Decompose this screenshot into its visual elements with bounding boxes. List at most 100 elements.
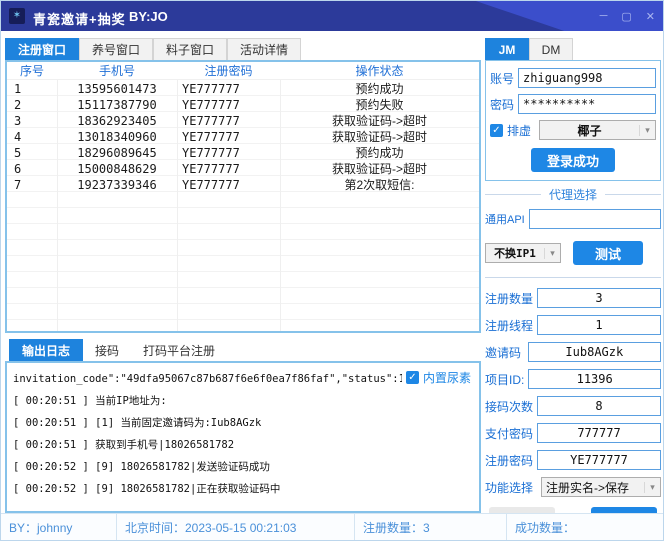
cell-phone: 19237339346 xyxy=(57,178,177,192)
tab-nurture-window[interactable]: 养号窗口 xyxy=(79,38,153,60)
tab-activity-detail[interactable]: 活动详情 xyxy=(227,38,301,60)
table-body: 1 13595601473 YE777777 预约成功 2 1511738779… xyxy=(7,80,479,331)
function-select-value: 注册实名->保存 xyxy=(542,479,644,496)
project-id-input[interactable] xyxy=(528,369,661,389)
settings-fields: 注册数量 注册线程 邀请码 项目ID: 接码次数 支付密码 xyxy=(485,288,661,497)
filter-virtual-checkbox[interactable]: ✓ xyxy=(490,124,503,137)
app-window: ✶ 青瓷邀请+抽奖 BY:JO ─ ▢ ✕ 注册窗口 养号窗口 料子窗口 活动详… xyxy=(0,0,664,541)
log-line: [ 00:20:51 ] 获取到手机号|18026581782 xyxy=(13,434,473,456)
chevron-down-icon: ▾ xyxy=(639,125,655,136)
maximize-button[interactable]: ▢ xyxy=(621,10,631,23)
right-panel: JM DM 账号 密码 ✓ 排虚 椰子 ▾ 登录成功 代理选 xyxy=(485,38,661,531)
cell-status: 预约失败 xyxy=(280,96,479,113)
cell-seq: 4 xyxy=(7,130,57,144)
cell-seq: 1 xyxy=(7,82,57,96)
cell-phone: 13595601473 xyxy=(57,82,177,96)
password-label: 密码 xyxy=(490,96,514,113)
tab-captcha-platform-register[interactable]: 打码平台注册 xyxy=(131,339,227,361)
table-row[interactable]: 6 15000848629 YE777777 获取验证码->超时 xyxy=(7,160,479,176)
col-header-seq: 序号 xyxy=(7,62,57,79)
project-id-label: 项目ID: xyxy=(485,371,524,388)
tab-material-window[interactable]: 料子窗口 xyxy=(153,38,227,60)
status-register-count: 注册数量：3 xyxy=(355,514,507,540)
minimize-button[interactable]: ─ xyxy=(600,10,608,22)
cell-phone: 18362923405 xyxy=(57,114,177,128)
code-times-input[interactable] xyxy=(537,396,661,416)
col-header-phone: 手机号 xyxy=(57,62,177,79)
table-row[interactable]: 4 13018340960 YE777777 获取验证码->超时 xyxy=(7,128,479,144)
test-button[interactable]: 测试 xyxy=(573,241,643,265)
builtin-checkbox-row[interactable]: ✓ 内置尿素 xyxy=(402,369,471,386)
cell-password: YE777777 xyxy=(177,162,280,176)
cell-seq: 3 xyxy=(7,114,57,128)
cell-status: 获取验证码->超时 xyxy=(280,128,479,145)
col-header-password: 注册密码 xyxy=(177,62,280,79)
register-thread-input[interactable] xyxy=(537,315,661,335)
register-password-label: 注册密码 xyxy=(485,452,533,469)
output-log[interactable]: ✓ 内置尿素 invitation_code":"49dfa95067c87b6… xyxy=(5,361,481,513)
cell-status: 第2次取短信: xyxy=(280,176,479,193)
cell-seq: 5 xyxy=(7,146,57,160)
tab-receive-code[interactable]: 接码 xyxy=(83,339,131,361)
checkbox-checked-icon[interactable]: ✓ xyxy=(406,371,419,384)
login-status-button[interactable]: 登录成功 xyxy=(531,148,615,172)
code-times-label: 接码次数 xyxy=(485,398,533,415)
cell-password: YE777777 xyxy=(177,146,280,160)
cell-password: YE777777 xyxy=(177,130,280,144)
ip-mode-select[interactable]: 不换IP1 ▾ xyxy=(485,243,561,263)
log-line: [ 00:20:51 ] 当前IP地址为: xyxy=(13,390,473,412)
password-input[interactable] xyxy=(518,94,656,114)
table-row[interactable]: 7 19237339346 YE777777 第2次取短信: xyxy=(7,176,479,192)
function-select-label: 功能选择 xyxy=(485,479,537,496)
cell-password: YE777777 xyxy=(177,114,280,128)
log-line: [ 00:20:52 ] [9] 18026581782|发送验证码成功 xyxy=(13,456,473,478)
pay-password-label: 支付密码 xyxy=(485,425,533,442)
cell-phone: 13018340960 xyxy=(57,130,177,144)
filter-virtual-label: 排虚 xyxy=(507,122,531,139)
log-tab-bar: 输出日志 接码 打码平台注册 xyxy=(9,339,227,361)
builtin-checkbox-label: 内置尿素 xyxy=(423,369,471,386)
platform-select[interactable]: 椰子 ▾ xyxy=(539,120,656,140)
proxy-group-title: 代理选择 xyxy=(541,186,605,203)
cell-password: YE777777 xyxy=(177,178,280,192)
statusbar: BY：johnny 北京时间：2023-05-15 00:21:03 注册数量：… xyxy=(1,513,663,540)
chevron-down-icon: ▾ xyxy=(544,248,560,259)
invite-code-input[interactable] xyxy=(528,342,661,362)
cell-status: 预约成功 xyxy=(280,144,479,161)
cell-status: 预约成功 xyxy=(280,80,479,97)
pay-password-input[interactable] xyxy=(537,423,661,443)
platform-select-value: 椰子 xyxy=(540,122,639,139)
cell-phone: 15117387790 xyxy=(57,98,177,112)
phone-table: 序号 手机号 注册密码 操作状态 1 13595601473 YE777777 … xyxy=(5,60,481,333)
register-count-input[interactable] xyxy=(537,288,661,308)
ip-mode-value: 不换IP1 xyxy=(486,245,544,261)
register-password-input[interactable] xyxy=(537,450,661,470)
cell-password: YE777777 xyxy=(177,82,280,96)
app-logo-icon: ✶ xyxy=(9,8,25,24)
window-title-byline: BY:JO xyxy=(129,9,168,24)
close-button[interactable]: ✕ xyxy=(646,10,655,23)
main-tab-bar: 注册窗口 养号窗口 料子窗口 活动详情 xyxy=(5,38,301,60)
table-row[interactable]: 1 13595601473 YE777777 预约成功 xyxy=(7,80,479,96)
account-tab-bar: JM DM xyxy=(485,38,661,60)
table-row[interactable]: 5 18296089645 YE777777 预约成功 xyxy=(7,144,479,160)
cell-status: 获取验证码->超时 xyxy=(280,160,479,177)
invite-code-label: 邀请码 xyxy=(485,344,524,361)
cell-seq: 2 xyxy=(7,98,57,112)
status-beijing-time: 北京时间：2023-05-15 00:21:03 xyxy=(117,514,355,540)
account-input[interactable] xyxy=(518,68,656,88)
titlebar: ✶ 青瓷邀请+抽奖 BY:JO ─ ▢ ✕ xyxy=(1,1,663,31)
log-line: [ 00:20:51 ] [1] 当前固定邀请码为:Iub8AGzk xyxy=(13,412,473,434)
status-author: BY：johnny xyxy=(1,514,117,540)
log-line: [ 00:20:52 ] [9] 18026581782|正在获取验证码中 xyxy=(13,478,473,500)
table-row[interactable]: 2 15117387790 YE777777 预约失败 xyxy=(7,96,479,112)
tab-register-window[interactable]: 注册窗口 xyxy=(5,38,79,60)
login-panel: 账号 密码 ✓ 排虚 椰子 ▾ 登录成功 xyxy=(485,60,661,181)
function-select[interactable]: 注册实名->保存 ▾ xyxy=(541,477,661,497)
tab-output-log[interactable]: 输出日志 xyxy=(9,339,83,361)
table-row[interactable]: 3 18362923405 YE777777 获取验证码->超时 xyxy=(7,112,479,128)
api-input[interactable] xyxy=(529,209,661,229)
tab-jm[interactable]: JM xyxy=(485,38,529,60)
tab-dm[interactable]: DM xyxy=(529,38,573,60)
table-header: 序号 手机号 注册密码 操作状态 xyxy=(7,62,479,80)
